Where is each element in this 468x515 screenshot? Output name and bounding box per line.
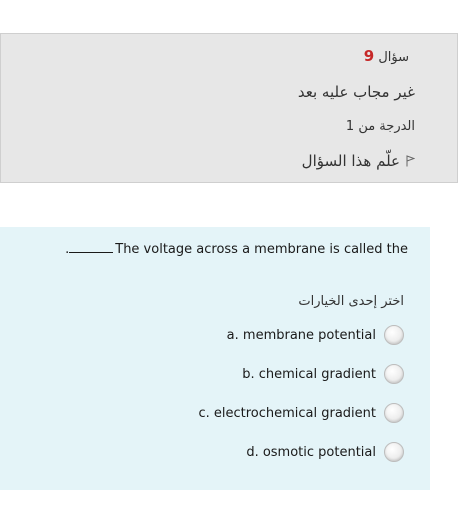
option-a-radio[interactable] bbox=[384, 325, 404, 345]
option-c-radio[interactable] bbox=[384, 403, 404, 423]
answer-blank bbox=[69, 243, 114, 253]
question-text-row: . The voltage across a membrane is calle… bbox=[58, 242, 408, 257]
question-number-heading: سؤال 9 bbox=[364, 47, 409, 65]
option-label: a. membrane potential bbox=[226, 327, 376, 343]
flag-icon bbox=[405, 155, 415, 167]
choose-one-prompt: اختر إحدى الخيارات bbox=[298, 294, 404, 309]
option-label: d. osmotic potential bbox=[246, 444, 376, 460]
flag-question-link[interactable]: علّم هذا السؤال bbox=[302, 152, 415, 170]
option-label: b. chemical gradient bbox=[242, 366, 376, 382]
question-info-panel: سؤال 9 غير مجاب عليه بعد الدرجة من 1 علّ… bbox=[0, 33, 458, 183]
option-d[interactable]: d. osmotic potential bbox=[84, 441, 404, 463]
option-b[interactable]: b. chemical gradient bbox=[84, 363, 404, 385]
option-c[interactable]: c. electrochemical gradient bbox=[84, 402, 404, 424]
question-grade: الدرجة من 1 bbox=[345, 119, 415, 134]
question-number: 9 bbox=[363, 47, 375, 65]
flag-label: علّم هذا السؤال bbox=[301, 152, 400, 170]
option-d-radio[interactable] bbox=[384, 442, 404, 462]
option-label: c. electrochemical gradient bbox=[198, 405, 376, 421]
question-content-panel: . The voltage across a membrane is calle… bbox=[0, 227, 430, 490]
question-text: The voltage across a membrane is called … bbox=[115, 242, 408, 257]
question-state: غير مجاب عليه بعد bbox=[297, 83, 415, 101]
question-label: سؤال bbox=[378, 50, 409, 65]
option-a[interactable]: a. membrane potential bbox=[84, 324, 404, 346]
option-b-radio[interactable] bbox=[384, 364, 404, 384]
